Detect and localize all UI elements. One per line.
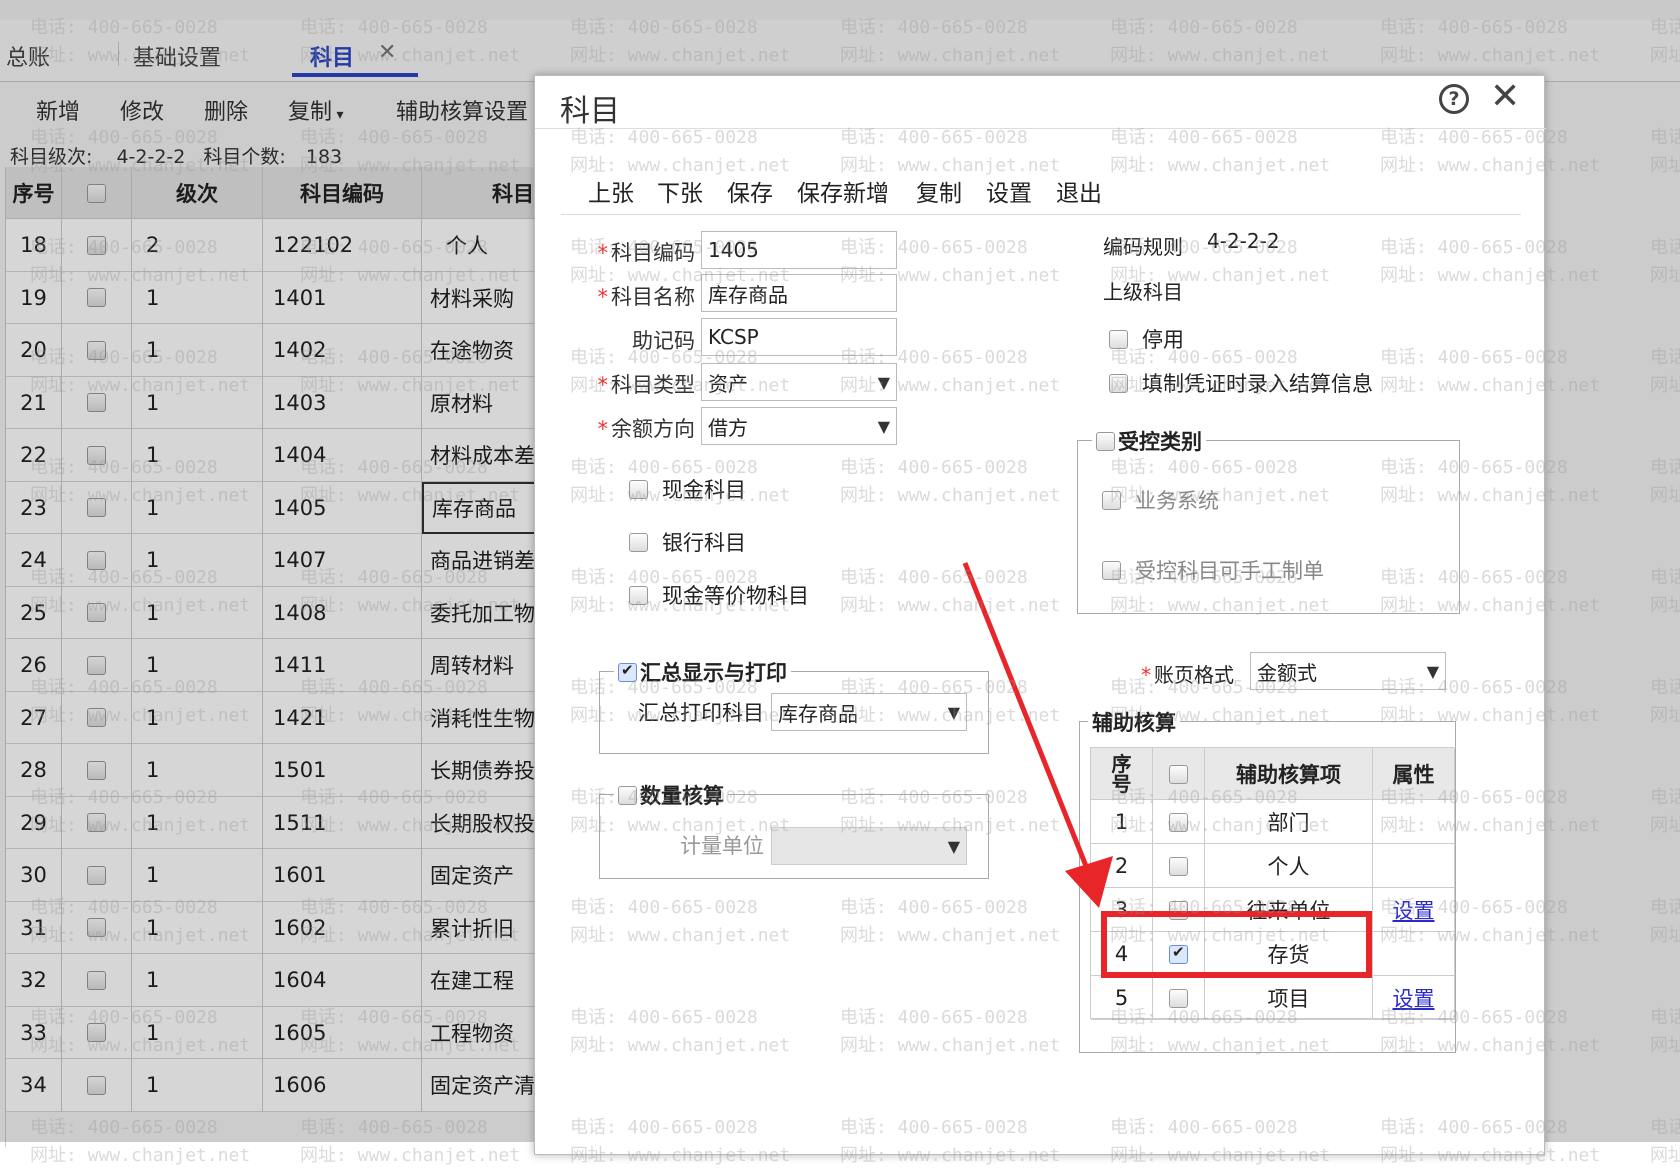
account-dialog: 科目 ? ✕ 上张 下张 保存 保存新增 复制 设置 退出 * 科目编码 1405… — [534, 75, 1546, 1155]
red-arrow-icon — [962, 562, 1113, 908]
